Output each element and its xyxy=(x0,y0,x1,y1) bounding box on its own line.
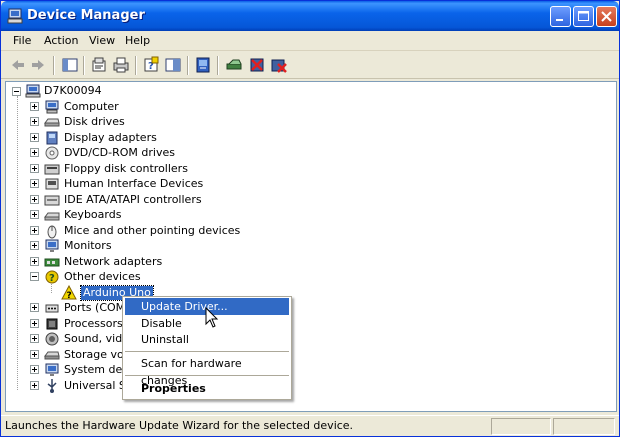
warning-device-icon: ? xyxy=(61,285,77,301)
root-collapse-toggle[interactable] xyxy=(12,87,21,96)
processor-icon xyxy=(46,318,58,330)
menu-action[interactable]: Action xyxy=(44,34,78,47)
scan-hardware-menu-item[interactable]: Scan for hardware changes xyxy=(125,355,289,387)
tree-item[interactable]: Network adapters xyxy=(64,255,162,269)
svg-text:?: ? xyxy=(49,273,55,284)
close-button[interactable] xyxy=(596,6,617,27)
system-device-icon xyxy=(45,363,59,376)
monitor-icon xyxy=(45,239,59,252)
expand-toggle[interactable] xyxy=(30,303,39,312)
tree-item[interactable]: Human Interface Devices xyxy=(64,177,203,191)
sound-icon xyxy=(45,332,59,346)
hid-icon xyxy=(45,178,59,190)
status-text: Launches the Hardware Update Wizard for … xyxy=(5,419,354,432)
tree-connector xyxy=(17,96,18,390)
back-arrow-icon[interactable] xyxy=(9,56,27,74)
menu-separator xyxy=(125,351,289,352)
expand-toggle[interactable] xyxy=(30,102,39,111)
scan-hardware-icon[interactable] xyxy=(225,56,243,74)
menu-bar: File Action View Help xyxy=(1,31,619,51)
expand-toggle[interactable] xyxy=(30,195,39,204)
device-manager-window: Device Manager File Action View Help ? D… xyxy=(0,0,620,437)
expand-toggle[interactable] xyxy=(30,350,39,359)
tree-item[interactable]: Other devices xyxy=(64,270,141,284)
tree-root-label[interactable]: D7K00094 xyxy=(44,84,102,98)
expand-toggle[interactable] xyxy=(30,226,39,235)
device-tree[interactable]: D7K00094 Computer Disk drives Display adap… xyxy=(5,81,617,412)
storage-icon xyxy=(44,351,60,360)
tree-item[interactable]: Floppy disk controllers xyxy=(64,162,188,176)
close-icon xyxy=(601,11,612,22)
tree-item[interactable]: DVD/CD-ROM drives xyxy=(64,146,175,160)
network-adapter-icon xyxy=(44,258,60,267)
tree-item[interactable]: Display adapters xyxy=(64,131,157,145)
expand-toggle[interactable] xyxy=(30,334,39,343)
expand-toggle[interactable] xyxy=(30,117,39,126)
toolbar-separator xyxy=(135,56,137,75)
tree-item[interactable]: Computer xyxy=(64,100,119,114)
menu-separator xyxy=(125,375,289,376)
expand-toggle[interactable] xyxy=(30,210,39,219)
device-manager-icon xyxy=(7,8,23,24)
expand-toggle[interactable] xyxy=(30,241,39,250)
minimize-button[interactable] xyxy=(550,6,571,27)
toolbar-separator xyxy=(217,56,219,75)
mouse-icon xyxy=(47,225,57,239)
disable-icon[interactable] xyxy=(270,56,288,74)
print-icon[interactable] xyxy=(112,56,130,74)
port-icon xyxy=(45,304,59,313)
help-icon[interactable]: ? xyxy=(142,56,160,74)
toolbar-separator xyxy=(187,56,189,75)
title-bar[interactable]: Device Manager xyxy=(1,1,619,31)
expand-toggle[interactable] xyxy=(30,133,39,142)
minimize-icon xyxy=(556,19,563,21)
console-tree-icon[interactable] xyxy=(61,56,79,74)
toolbar-separator xyxy=(83,56,85,75)
tree-item[interactable]: IDE ATA/ATAPI controllers xyxy=(64,193,202,207)
expand-toggle[interactable] xyxy=(30,319,39,328)
expand-toggle[interactable] xyxy=(30,164,39,173)
tree-item[interactable]: Mice and other pointing devices xyxy=(64,224,240,238)
keyboard-icon xyxy=(44,212,60,221)
display-adapter-icon xyxy=(46,131,58,145)
cdrom-icon xyxy=(45,146,59,160)
expand-toggle[interactable] xyxy=(30,381,39,390)
maximize-icon xyxy=(578,11,589,21)
toolbar: ? xyxy=(1,52,619,79)
menu-help[interactable]: Help xyxy=(125,34,150,47)
ide-controller-icon xyxy=(44,195,60,206)
svg-text:?: ? xyxy=(67,291,72,301)
properties-menu-item[interactable]: Properties xyxy=(125,380,289,397)
computer-icon xyxy=(25,84,41,98)
maximize-button[interactable] xyxy=(573,6,594,27)
unknown-device-icon: ? xyxy=(45,270,59,284)
mouse-cursor-icon xyxy=(205,307,219,328)
tree-item[interactable]: Processors xyxy=(64,317,123,331)
expand-toggle[interactable] xyxy=(30,365,39,374)
toolbar-separator xyxy=(53,56,55,75)
computer-icon xyxy=(45,100,59,114)
floppy-controller-icon xyxy=(44,164,60,175)
forward-arrow-icon[interactable] xyxy=(29,56,47,74)
collapse-toggle[interactable] xyxy=(30,272,39,281)
tree-item[interactable]: Monitors xyxy=(64,239,112,253)
expand-toggle[interactable] xyxy=(30,179,39,188)
window-title: Device Manager xyxy=(27,8,145,23)
status-panel xyxy=(491,418,551,435)
expand-toggle[interactable] xyxy=(30,257,39,266)
expand-toggle[interactable] xyxy=(30,148,39,157)
uninstall-menu-item[interactable]: Uninstall xyxy=(125,331,289,348)
usb-icon xyxy=(47,379,57,393)
view-icon[interactable] xyxy=(164,56,182,74)
uninstall-icon[interactable] xyxy=(248,56,266,74)
tree-item[interactable]: Disk drives xyxy=(64,115,125,129)
disk-drive-icon xyxy=(44,118,60,127)
update-driver-icon[interactable] xyxy=(194,56,212,74)
status-bar: Launches the Hardware Update Wizard for … xyxy=(1,415,619,436)
tree-item[interactable]: Keyboards xyxy=(64,208,121,222)
menu-file[interactable]: File xyxy=(13,34,31,47)
status-panel xyxy=(553,418,615,435)
menu-view[interactable]: View xyxy=(89,34,115,47)
properties-icon[interactable] xyxy=(90,56,108,74)
